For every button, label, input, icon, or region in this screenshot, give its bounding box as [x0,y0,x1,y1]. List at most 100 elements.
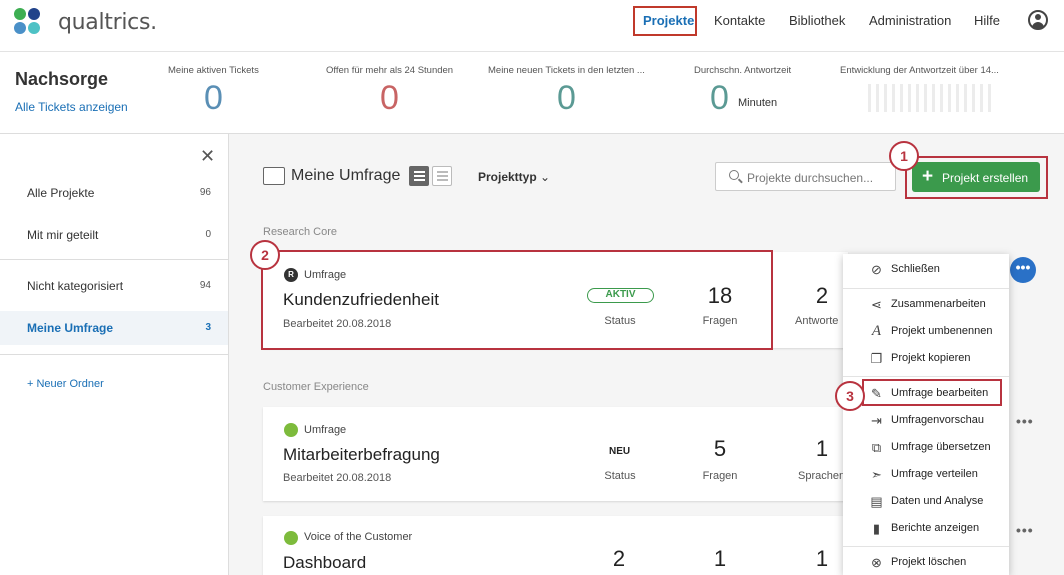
stat-value-open24[interactable]: 0 [380,79,399,118]
project-name[interactable]: Dashboard [283,553,366,573]
stat-unit-avg: Minuten [738,97,778,109]
copy-icon: ❐ [870,351,883,366]
chart-icon: ▮ [872,521,881,536]
questions-count: 5 [713,436,727,461]
menu-item-label: Umfrage übersetzen [891,441,991,453]
sidebar-item-label: Mit mir geteilt [27,228,99,242]
search-placeholder: Projekte durchsuchen... [747,171,874,185]
customer-experience-icon [284,423,298,437]
project-edited: Bearbeitet 20.08.2018 [283,472,392,484]
stat-label-new: Meine neuen Tickets in den letzten ... [488,65,645,76]
menu-item-label: Umfrage verteilen [891,468,978,480]
stat-label-trend: Entwicklung der Antwortzeit über 14... [840,65,999,76]
card-view-icon[interactable] [409,166,429,186]
menu-item-label: Schließen [891,263,940,275]
sidebar-item-count: 94 [199,280,211,291]
new-folder-button[interactable]: + Neuer Ordner [27,378,104,390]
rename-icon: A [871,323,882,339]
menu-item-label: Projekt kopieren [891,352,971,364]
data-icon: ▤ [870,494,883,509]
delete-icon: ⊗ [871,555,882,570]
customer-experience-icon [284,531,298,545]
nav-administration[interactable]: Administration [869,13,951,28]
share-icon: ⋖ [871,297,882,312]
menu-item-daten-analyse[interactable]: ▤ Daten und Analyse [843,490,1009,514]
stat-value-avg[interactable]: 0 [710,79,729,118]
stat-value-active[interactable]: 0 [204,79,223,118]
menu-item-label: Umfragenvorschau [891,414,984,426]
status-label: Status [604,470,636,482]
logo-icon [14,8,42,36]
menu-item-verteilen[interactable]: ➣ Umfrage verteilen [843,463,1009,487]
menu-item-label: Projekt umbenennen [891,325,993,337]
callout-2: 2 [250,240,280,270]
list-view-icon[interactable] [432,166,452,186]
menu-item-uebersetzen[interactable]: ⧉ Umfrage übersetzen [843,436,1009,460]
menu-divider [843,546,1009,547]
menu-item-label: Daten und Analyse [891,495,984,507]
project-card-dashboard[interactable]: Voice of the Customer Dashboard 2 1 1 [263,516,848,575]
plus-icon: + [922,166,934,187]
profile-icon[interactable] [1028,10,1048,30]
qualtrics-logo[interactable]: qualtrics. [14,8,157,36]
status-badge: NEU [609,446,631,457]
menu-item-umbenennen[interactable]: A Projekt umbenennen [843,320,1009,344]
sidebar-item-label: Meine Umfrage [27,321,114,335]
stat-value-new[interactable]: 0 [557,79,576,118]
sidebar-item-meine-umfrage[interactable]: Meine Umfrage 3 [0,311,228,345]
menu-item-zusammenarbeiten[interactable]: ⋖ Zusammenarbeiten [843,293,1009,317]
more-options-icon[interactable]: ••• [1016,522,1034,538]
menu-item-loeschen[interactable]: ⊗ Projekt löschen [843,551,1009,575]
sidebar-divider [0,354,228,355]
menu-item-schliessen[interactable]: ⊘ Schließen [843,258,1009,282]
project-type-filter[interactable]: Projekttyp ⌄ [478,170,550,184]
sidebar-item-mit-mir-geteilt[interactable]: Mit mir geteilt 0 [0,218,228,252]
nav-hilfe[interactable]: Hilfe [974,13,1000,28]
menu-item-label: Zusammenarbeiten [891,298,986,310]
project-type-label: Projekttyp [478,170,537,184]
close-icon[interactable]: ✕ [200,146,215,167]
folder-icon [263,167,285,185]
all-tickets-link[interactable]: Alle Tickets anzeigen [15,100,128,114]
callout-1: 1 [889,141,919,171]
card-value-1: 2 [612,546,626,571]
more-options-icon[interactable]: ••• [1016,413,1034,429]
menu-item-vorschau[interactable]: ⇥ Umfragenvorschau [843,409,1009,433]
sidebar-item-count: 3 [205,322,211,333]
group-label-research-core: Research Core [263,226,337,238]
menu-item-label: Berichte anzeigen [891,522,980,534]
group-label-customer-experience: Customer Experience [263,381,369,393]
highlight-project-card [261,250,773,350]
page-title: Meine Umfrage [291,167,401,184]
menu-item-kopieren[interactable]: ❐ Projekt kopieren [843,347,1009,371]
card-value-2: 1 [713,546,727,571]
sidebar-item-nicht-kategorisiert[interactable]: Nicht kategorisiert 94 [0,269,228,303]
chevron-down-icon: ⌄ [540,170,551,184]
folder-sidebar: ✕ Alle Projekte 96 Mit mir geteilt 0 Nic… [0,134,229,575]
more-options-active-icon[interactable]: ••• [1010,257,1036,283]
sidebar-item-alle-projekte[interactable]: Alle Projekte 96 [0,176,228,210]
create-project-button[interactable]: + Projekt erstellen [912,162,1040,192]
translate-icon: ⧉ [871,440,882,455]
section-title: Nachsorge [15,69,109,89]
highlight-edit-survey [862,379,1002,406]
sidebar-item-label: Nicht kategorisiert [27,279,124,293]
stat-label-avg: Durchschn. Antwortzeit [694,65,792,76]
search-input[interactable]: Projekte durchsuchen... [715,162,896,191]
sidebar-item-count: 96 [199,187,211,198]
nav-bibliothek[interactable]: Bibliothek [789,13,845,28]
ban-icon: ⊘ [871,262,882,277]
ticket-stats-bar: Nachsorge Alle Tickets anzeigen Meine ak… [0,52,1064,134]
top-navigation: qualtrics. Projekte Kontakte Bibliothek … [0,0,1064,52]
questions-label: Fragen [702,470,738,482]
project-card-mitarbeiterbefragung[interactable]: Umfrage Mitarbeiterbefragung Bearbeitet … [263,407,848,501]
sidebar-item-label: Alle Projekte [27,186,95,200]
callout-3: 3 [835,381,865,411]
create-project-label: Projekt erstellen [942,171,1029,185]
project-type: Umfrage [304,424,347,436]
project-name[interactable]: Mitarbeiterbefragung [283,445,440,465]
project-type: Voice of the Customer [304,531,413,543]
nav-kontakte[interactable]: Kontakte [714,13,765,28]
nav-projekte[interactable]: Projekte [643,13,694,28]
menu-item-berichte[interactable]: ▮ Berichte anzeigen [843,517,1009,541]
